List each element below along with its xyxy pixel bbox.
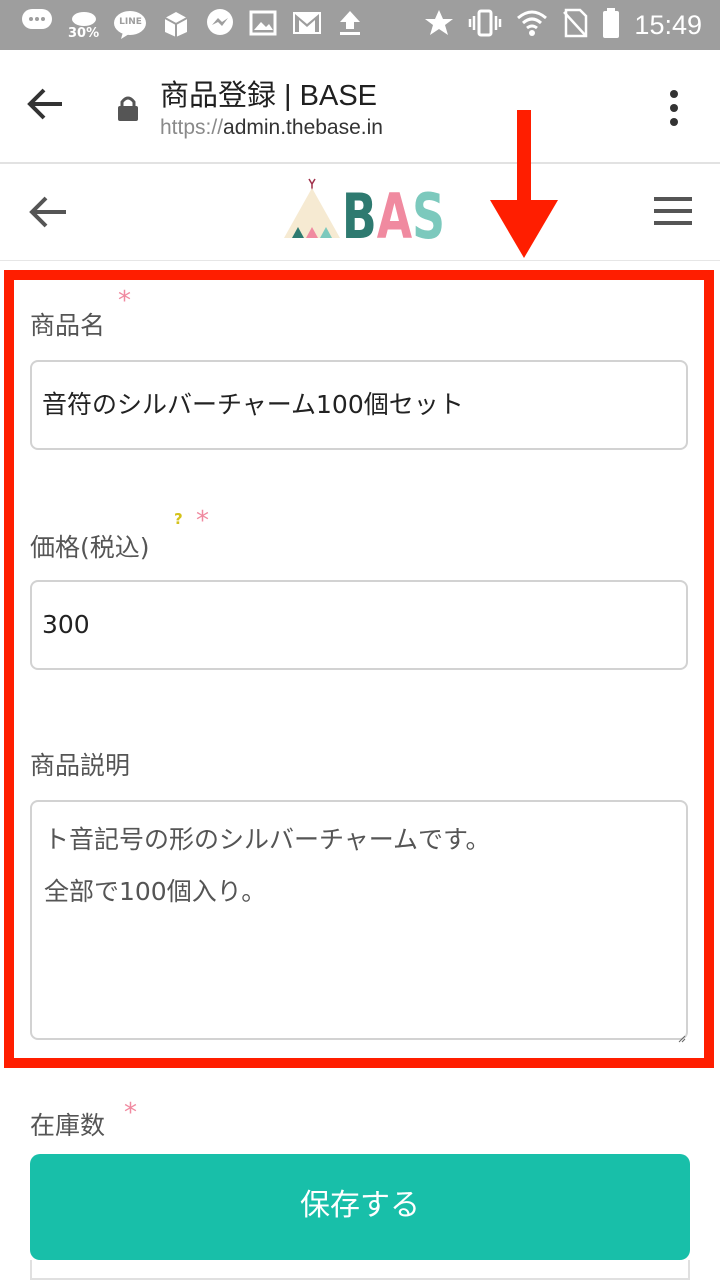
app-header: BASE [0, 164, 720, 261]
clock: 15:49 [634, 9, 702, 40]
down-arrow-icon [484, 110, 564, 260]
line-label: LINE [119, 17, 142, 27]
image-icon [249, 10, 277, 40]
upload-icon [337, 9, 363, 41]
browser-back-icon[interactable] [26, 84, 66, 124]
logo-letter-b: B [342, 181, 377, 248]
address-bar[interactable]: https://admin.thebase.in [160, 116, 383, 140]
lock-icon[interactable] [117, 94, 139, 122]
star-icon [424, 8, 454, 42]
base-logo[interactable]: BASE [282, 176, 476, 253]
stock-label: 在庫数 [30, 1111, 106, 1140]
highlight-frame [4, 270, 714, 1068]
back-arrow-icon[interactable] [26, 192, 70, 232]
svg-text:BASE: BASE [342, 181, 442, 248]
wifi-icon [516, 9, 548, 41]
browser-toolbar: 商品登録 | BASE https://admin.thebase.in [0, 50, 720, 164]
save-button[interactable]: 保存する [30, 1154, 690, 1260]
line-icon: LINE [113, 10, 147, 40]
battery-saver-percent: 30% [68, 25, 100, 41]
logo-letter-a: A [377, 181, 413, 248]
page-title[interactable]: 商品登録 | BASE [160, 72, 377, 114]
hamburger-menu-icon[interactable] [654, 196, 692, 226]
logo-letter-s: S [412, 181, 442, 248]
messenger-icon [205, 8, 235, 42]
status-bar: 30% LINE 15:49 [0, 0, 720, 50]
more-vert-icon[interactable] [666, 88, 682, 128]
battery-icon [602, 7, 620, 43]
required-mark: * [124, 1098, 137, 1128]
no-sim-icon [562, 8, 588, 42]
package-icon [161, 8, 191, 42]
url-scheme: https:// [160, 116, 224, 139]
message-icon [20, 5, 54, 46]
vibrate-icon [468, 8, 502, 42]
battery-saver-icon: 30% [68, 10, 99, 41]
stock-input[interactable] [30, 1260, 690, 1280]
url-host: admin.thebase.in [223, 116, 383, 139]
gmail-icon [291, 10, 323, 40]
